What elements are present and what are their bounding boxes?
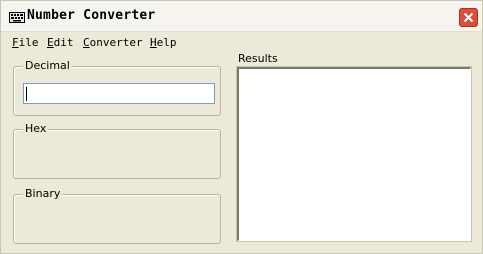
decimal-group-label: Decimal	[23, 59, 72, 72]
close-button[interactable]	[459, 8, 478, 27]
text-caret	[26, 87, 27, 101]
menu-bar: File Edit Converter Help	[1, 32, 482, 52]
window-title: Number Converter	[27, 8, 156, 23]
binary-group: Binary	[13, 187, 221, 244]
menu-edit[interactable]: Edit	[47, 36, 74, 49]
hex-group-label: Hex	[23, 122, 49, 135]
close-icon	[463, 12, 474, 23]
results-label: Results	[238, 52, 278, 65]
hex-group: Hex	[13, 122, 221, 179]
menu-converter[interactable]: Converter	[83, 36, 143, 49]
title-bar[interactable]: Number Converter	[1, 1, 482, 32]
results-textarea[interactable]	[237, 67, 471, 241]
number-converter-window: Number Converter File Edit Converter Hel…	[0, 0, 483, 254]
keyboard-icon	[9, 12, 25, 23]
binary-group-label: Binary	[23, 187, 63, 200]
decimal-input[interactable]	[23, 83, 215, 104]
menu-help[interactable]: Help	[150, 36, 177, 49]
menu-file[interactable]: File	[12, 36, 39, 49]
